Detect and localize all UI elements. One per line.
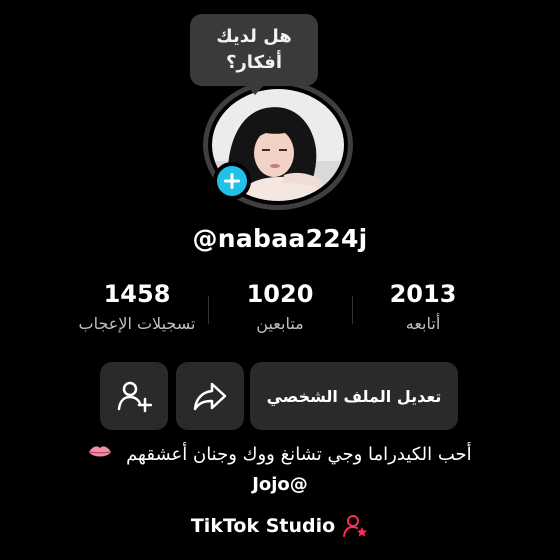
username: @nabaa224j — [192, 224, 368, 253]
user-star-icon — [343, 515, 368, 537]
ideas-tooltip[interactable]: هل لديك أفكار؟ — [190, 14, 318, 95]
tiktok-studio-link[interactable]: TikTok Studio — [0, 514, 560, 538]
lips-icon — [88, 444, 112, 465]
add-avatar-button[interactable] — [213, 162, 251, 200]
add-user-icon — [117, 381, 152, 413]
studio-label: TikTok Studio — [190, 515, 336, 537]
bio: أحب الكيدراما وجي تشانغ ووك وجنان أعشقهم — [0, 444, 560, 465]
bio-handle: Jojo@ — [252, 474, 308, 495]
tooltip-line-2: أفكار؟ — [226, 52, 282, 73]
share-profile-button[interactable] — [176, 362, 244, 430]
edit-profile-button[interactable]: تعديل الملف الشخصي — [250, 362, 458, 430]
share-icon — [193, 382, 227, 411]
following-label: أتابعه — [405, 314, 441, 333]
stat-following[interactable]: 2013 أتابعه — [338, 280, 508, 333]
plus-icon — [224, 173, 240, 189]
bio-text: أحب الكيدراما وجي تشانغ ووك وجنان أعشقهم — [126, 444, 472, 465]
edit-profile-label: تعديل الملف الشخصي — [266, 386, 442, 406]
following-count: 2013 — [389, 280, 457, 308]
tooltip-line-1: هل لديك — [216, 26, 292, 47]
add-friend-button[interactable] — [100, 362, 168, 430]
